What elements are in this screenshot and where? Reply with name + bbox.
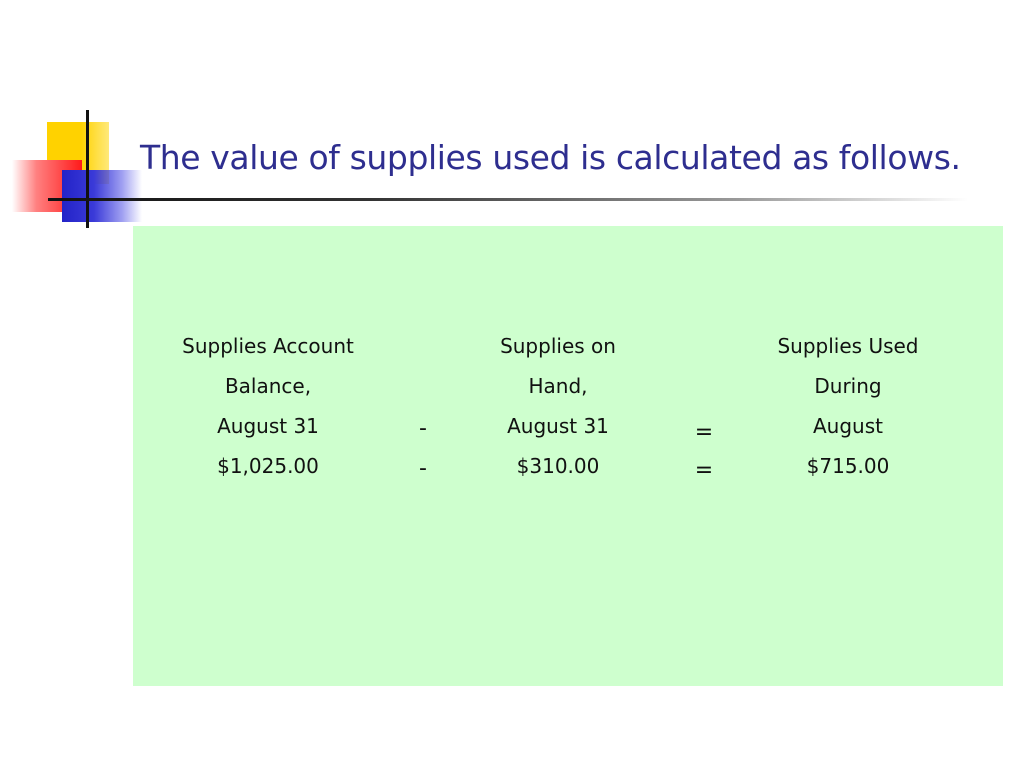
- slide-logo-decoration: [0, 0, 150, 240]
- balance-label-line3: August 31: [217, 414, 319, 438]
- balance-amount: $1,025.00: [217, 454, 319, 478]
- used-column: Supplies Used During August $715.00: [748, 326, 948, 486]
- on-hand-column: Supplies on Hand, August 31 $310.00: [463, 326, 653, 486]
- on-hand-label-line2: Hand,: [528, 374, 588, 398]
- on-hand-label-line1: Supplies on: [500, 334, 616, 358]
- formula-panel: Supplies Account Balance, August 31 $1,0…: [133, 226, 1003, 686]
- blue-square-shape: [62, 170, 142, 222]
- balance-label-line2: Balance,: [224, 374, 312, 398]
- slide-title: The value of supplies used is calculated…: [140, 138, 961, 177]
- equals-operator-label-row: =: [694, 420, 714, 445]
- minus-operator-amount-row: -: [419, 456, 427, 481]
- used-label-line3: August: [813, 414, 883, 438]
- used-label-line1: Supplies Used: [777, 334, 919, 358]
- used-label-line2: During: [814, 374, 882, 398]
- minus-operator-label-row: -: [419, 416, 427, 441]
- equals-operator-amount-row: =: [694, 458, 714, 483]
- used-amount: $715.00: [806, 454, 890, 478]
- vertical-divider-line: [86, 110, 89, 228]
- balance-column: Supplies Account Balance, August 31 $1,0…: [163, 326, 373, 486]
- title-underline: [48, 198, 968, 201]
- on-hand-amount: $310.00: [516, 454, 600, 478]
- on-hand-label-line3: August 31: [507, 414, 609, 438]
- balance-label-line1: Supplies Account: [182, 334, 354, 358]
